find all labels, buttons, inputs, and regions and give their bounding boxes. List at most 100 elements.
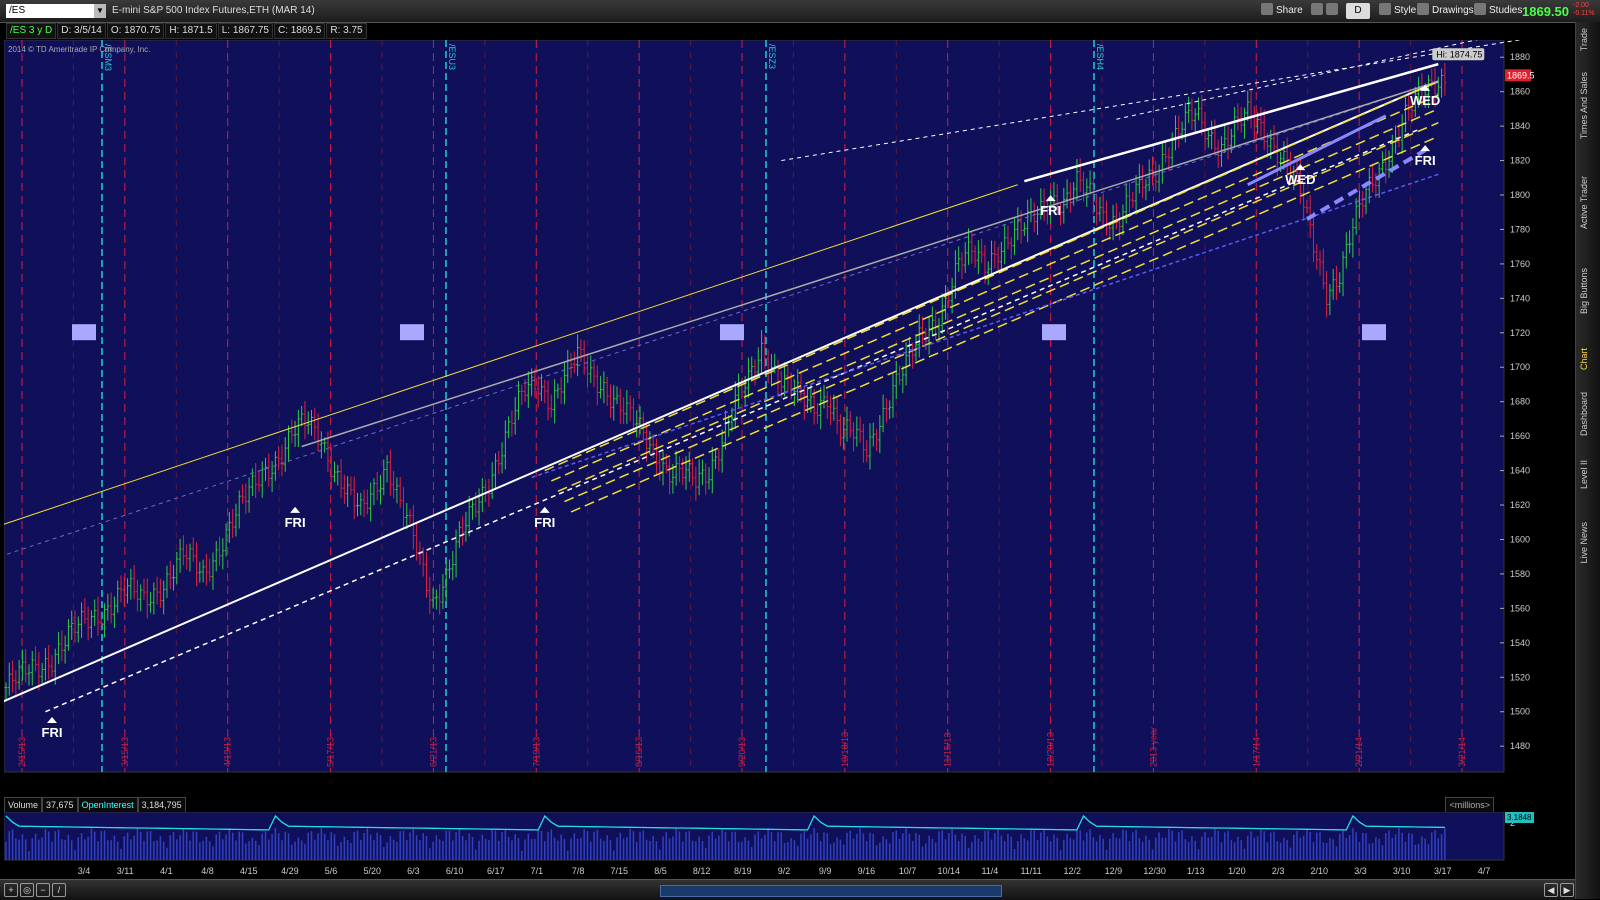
symbol-description: E-mini S&P 500 Index Futures,ETH (MAR 14… bbox=[112, 5, 315, 16]
copyright-text: 2014 © TD Ameritrade IP Company, Inc. bbox=[8, 45, 150, 54]
period-marker bbox=[72, 324, 96, 341]
date-gridline-label: 2/21/14 bbox=[1354, 737, 1364, 767]
horizontal-scrollbar[interactable] bbox=[660, 885, 1002, 897]
scroll-left-icon[interactable]: ◀ bbox=[1544, 883, 1558, 897]
period-marker bbox=[1362, 324, 1386, 341]
side-tab-times-and-sales[interactable]: Times And Sales bbox=[1579, 72, 1589, 139]
annotation-label: FRI bbox=[1040, 203, 1061, 218]
info-close: C: 1869.5 bbox=[273, 23, 326, 39]
draw-line-icon[interactable]: / bbox=[52, 883, 66, 897]
date-gridline-label: 12/20/13 bbox=[1046, 732, 1056, 767]
symbol-input[interactable]: /ES ▼ bbox=[6, 4, 106, 18]
high-label: Hi: 1874.75 bbox=[1436, 49, 1482, 59]
annotation-label: FRI bbox=[42, 725, 63, 740]
drawings-label: Drawings bbox=[1432, 5, 1474, 16]
info-open: O: 1870.75 bbox=[106, 23, 165, 39]
studies-button[interactable]: Studies bbox=[1474, 3, 1522, 19]
side-tab-level-ii[interactable]: Level II bbox=[1579, 460, 1589, 489]
volume-label: Volume bbox=[4, 797, 43, 813]
price-tick-label: 1660 bbox=[1510, 431, 1530, 441]
price-tick-label: 1700 bbox=[1510, 362, 1530, 372]
info-low: L: 1867.75 bbox=[217, 23, 273, 39]
price-tick-label: 1600 bbox=[1510, 534, 1530, 544]
x-tick-label: 12/2 bbox=[1063, 866, 1081, 876]
x-tick-label: 4/7 bbox=[1478, 866, 1491, 876]
period-marker bbox=[720, 324, 744, 341]
date-gridline-label: 4/19/13 bbox=[223, 737, 233, 767]
ohlc-info-bar: /ES 3 y D D: 3/5/14 O: 1870.75 H: 1871.5 L: … bbox=[6, 23, 368, 39]
x-tick-label: 8/5 bbox=[654, 866, 667, 876]
style-label: Style bbox=[1394, 5, 1417, 16]
tool-buttons[interactable] bbox=[1311, 3, 1341, 19]
x-tick-label: 7/15 bbox=[611, 866, 629, 876]
x-tick-label: 11/4 bbox=[981, 866, 998, 876]
x-tick-label: 12/30 bbox=[1143, 866, 1166, 876]
date-gridline-label: 5/17/13 bbox=[326, 737, 336, 767]
price-chart[interactable]: 1480 1500 1520 1540 1560 1580 1600 1620 1640 1660… bbox=[0, 27, 1551, 788]
side-tab-live-news[interactable]: Live News bbox=[1579, 522, 1589, 564]
date-gridline-label: 3/21/14 bbox=[1457, 737, 1467, 767]
period-marker bbox=[400, 324, 424, 341]
x-tick-label: 2/10 bbox=[1311, 866, 1329, 876]
x-tick-label: 8/19 bbox=[734, 866, 752, 876]
side-tab-dashboard[interactable]: Dashboard bbox=[1579, 392, 1589, 436]
zoom-fit-icon[interactable]: ◎ bbox=[20, 883, 34, 897]
scroll-right-icon[interactable]: ▶ bbox=[1560, 883, 1574, 897]
side-tab-trade[interactable]: Trade bbox=[1579, 28, 1589, 51]
change-percent: -0.11% bbox=[1573, 10, 1595, 17]
price-tick-label: 1720 bbox=[1510, 328, 1530, 338]
info-date: D: 3/5/14 bbox=[57, 23, 106, 39]
chart-symbol-period[interactable]: /ES 3 y D bbox=[6, 23, 57, 39]
period-button[interactable]: D bbox=[1346, 3, 1370, 19]
change-value: -2.00 bbox=[1573, 2, 1589, 9]
last-price: 1869.50 bbox=[1522, 4, 1569, 19]
annotation-label: FRI bbox=[1415, 153, 1436, 168]
x-tick-label: 3/11 bbox=[117, 866, 134, 876]
x-tick-label: 3/10 bbox=[1393, 866, 1411, 876]
x-tick-label: 9/2 bbox=[778, 866, 791, 876]
price-chart-svg[interactable]: 1480 1500 1520 1540 1560 1580 1600 1620 1640 1660… bbox=[0, 27, 1551, 788]
price-tick-label: 1500 bbox=[1510, 707, 1530, 717]
oi-readout: 3.1848 bbox=[1507, 813, 1532, 822]
x-tick-label: 4/1 bbox=[160, 866, 173, 876]
x-tick-label: 6/17 bbox=[487, 866, 505, 876]
price-tick-label: 1780 bbox=[1510, 224, 1530, 234]
x-tick-label: 6/3 bbox=[407, 866, 420, 876]
zoom-in-icon[interactable]: + bbox=[4, 883, 18, 897]
price-tick-label: 1580 bbox=[1510, 569, 1530, 579]
x-tick-label: 2/3 bbox=[1272, 866, 1285, 876]
expiration-label: /ESZ3 bbox=[767, 44, 777, 69]
x-tick-label: 10/7 bbox=[899, 866, 917, 876]
side-tab-strip: Trade Times And Sales Active Trader Big But… bbox=[1575, 22, 1600, 899]
annotation-label: FRI bbox=[285, 515, 306, 530]
open-interest-value: 3,184,795 bbox=[137, 797, 186, 813]
chevron-down-icon[interactable]: ▼ bbox=[94, 4, 106, 18]
x-tick-label: 7/8 bbox=[572, 866, 585, 876]
drawings-button[interactable]: Drawings bbox=[1417, 3, 1474, 19]
side-tab-big-buttons[interactable]: Big Buttons bbox=[1579, 268, 1589, 314]
x-tick-label: 7/1 bbox=[531, 866, 544, 876]
price-change: -2.00 -0.11% bbox=[1573, 2, 1595, 18]
pencil-icon bbox=[1417, 3, 1429, 15]
style-button[interactable]: Style bbox=[1379, 3, 1416, 19]
date-gridline-label: 11/15/13 bbox=[943, 733, 953, 767]
annotation-label: FRI bbox=[534, 515, 555, 530]
zoom-out-icon[interactable]: − bbox=[36, 883, 50, 897]
date-gridline-label: 10/18/13 bbox=[840, 732, 850, 767]
style-icon bbox=[1379, 3, 1391, 15]
annotation-label: WED bbox=[1285, 172, 1315, 187]
side-tab-chart[interactable]: Chart bbox=[1579, 348, 1589, 370]
price-tick-label: 1540 bbox=[1510, 638, 1530, 648]
date-gridline-label: 6/21/13 bbox=[428, 737, 438, 767]
info-range: R: 3.75 bbox=[326, 23, 367, 39]
side-tab-active-trader[interactable]: Active Trader bbox=[1579, 176, 1589, 229]
share-button[interactable]: Share bbox=[1261, 3, 1303, 19]
price-tick-label: 1860 bbox=[1510, 87, 1530, 97]
x-tick-label: 12/9 bbox=[1105, 866, 1123, 876]
price-tick-label: 1520 bbox=[1510, 672, 1530, 682]
annotation-label: WED bbox=[1410, 93, 1440, 108]
price-tick-label: 1480 bbox=[1510, 741, 1530, 751]
volume-chart[interactable]: 23.18483/43/114/14/84/154/295/65/206/36/… bbox=[4, 812, 1534, 878]
studies-label: Studies bbox=[1489, 5, 1523, 16]
expiration-label: /ESU3 bbox=[447, 44, 457, 70]
